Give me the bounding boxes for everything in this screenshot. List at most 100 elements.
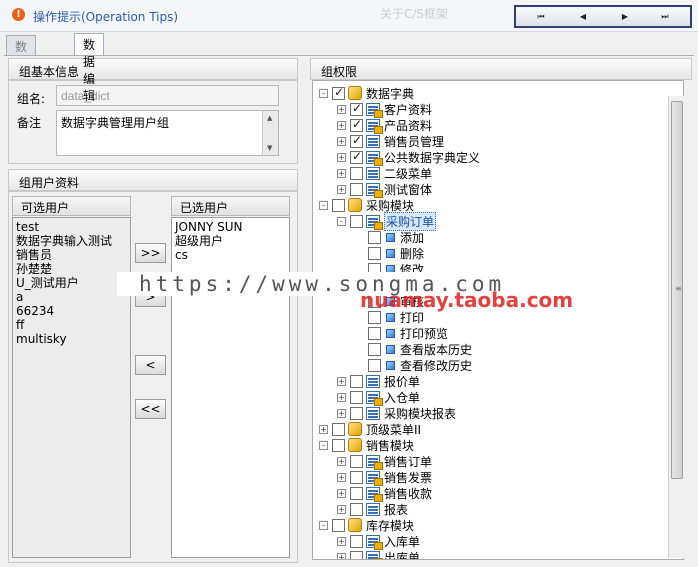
expand-icon[interactable]: + xyxy=(337,184,346,194)
tree-node[interactable]: + 销售发票 xyxy=(337,469,432,486)
node-checkbox[interactable] xyxy=(350,486,363,500)
collapse-icon[interactable]: - xyxy=(337,216,346,226)
node-checkbox[interactable] xyxy=(332,422,345,436)
tree-node[interactable]: + 测试窗体 xyxy=(337,181,432,198)
tree-node-label[interactable]: 入仓单 xyxy=(384,389,420,406)
collapse-icon[interactable]: - xyxy=(319,88,328,98)
remove-all-button[interactable]: << xyxy=(135,399,166,419)
tree-node[interactable]: 打印预览 xyxy=(355,325,448,341)
tree-node[interactable]: + 入库单 xyxy=(337,533,420,550)
tree-node[interactable]: + 出库单 xyxy=(337,549,420,560)
node-checkbox[interactable] xyxy=(350,454,363,468)
tree-node-label[interactable]: 二级菜单 xyxy=(384,165,432,182)
tree-node[interactable]: 查看版本历史 xyxy=(355,341,472,357)
tree-node[interactable]: + 二级菜单 xyxy=(337,165,432,181)
tree-node-label[interactable]: 报表 xyxy=(384,501,408,518)
list-item[interactable]: ff xyxy=(16,318,127,332)
tree-node-label[interactable]: 产品资料 xyxy=(384,117,432,134)
tree-node[interactable]: + 报价单 xyxy=(337,373,420,389)
permission-tree[interactable]: - 数据字典 + 客户资料 + 产品资料 + 销售员管理 + 公共数据字典定义 + 二级菜单 + 测试窗体… xyxy=(312,80,684,560)
tree-node-label[interactable]: 打印预览 xyxy=(400,325,448,342)
node-checkbox[interactable] xyxy=(350,534,363,548)
node-checkbox[interactable] xyxy=(368,358,381,372)
node-checkbox[interactable] xyxy=(350,550,363,559)
tree-node-label[interactable]: 销售订单 xyxy=(384,453,432,470)
expand-icon[interactable]: + xyxy=(337,488,346,498)
tree-node[interactable]: 添加 xyxy=(355,229,424,245)
expand-icon[interactable]: + xyxy=(337,152,346,162)
node-checkbox[interactable] xyxy=(332,518,345,532)
expand-icon[interactable]: + xyxy=(319,424,328,434)
node-checkbox[interactable] xyxy=(350,214,363,228)
node-checkbox[interactable] xyxy=(350,470,363,484)
tree-node-label[interactable]: 销售员管理 xyxy=(384,133,444,150)
tree-node-label[interactable]: 删除 xyxy=(400,245,424,262)
list-item[interactable]: 超级用户 xyxy=(175,234,286,248)
remove-one-button[interactable]: < xyxy=(135,355,166,375)
tree-node-label[interactable]: 出库单 xyxy=(384,549,420,560)
tree-node-label[interactable]: 采购模块报表 xyxy=(384,405,456,422)
list-item[interactable]: JONNY SUN xyxy=(175,220,286,234)
expand-icon[interactable]: + xyxy=(337,168,346,178)
tree-node-label[interactable]: 查看版本历史 xyxy=(400,341,472,358)
first-record-icon[interactable]: ⏮ xyxy=(530,10,552,24)
node-checkbox[interactable] xyxy=(350,502,363,516)
node-checkbox[interactable] xyxy=(350,374,363,388)
tree-scrollbar[interactable]: ≡ xyxy=(668,96,684,558)
expand-icon[interactable]: + xyxy=(337,104,346,114)
tree-node[interactable]: + 销售收款 xyxy=(337,485,432,502)
tree-node[interactable]: - 采购订单 xyxy=(337,211,437,231)
add-all-button[interactable]: >> xyxy=(135,243,166,263)
tree-node[interactable]: + 入仓单 xyxy=(337,389,420,406)
tree-node-label[interactable]: 报价单 xyxy=(384,373,420,390)
tree-node-label[interactable]: 销售模块 xyxy=(366,437,414,454)
expand-icon[interactable]: + xyxy=(337,136,346,146)
list-item[interactable]: test xyxy=(16,220,127,234)
tree-node-label[interactable]: 添加 xyxy=(400,229,424,246)
tree-node-label[interactable]: 顶级菜单II xyxy=(366,421,421,438)
tree-node-label[interactable]: 测试窗体 xyxy=(384,181,432,198)
tree-node-label[interactable]: 入库单 xyxy=(384,533,420,550)
node-checkbox[interactable] xyxy=(350,133,363,148)
node-checkbox[interactable] xyxy=(350,117,363,132)
list-item[interactable]: 销售员 xyxy=(16,248,127,262)
node-checkbox[interactable] xyxy=(350,101,363,116)
tree-node-label[interactable]: 查看修改历史 xyxy=(400,357,472,374)
tab-data-edit[interactable]: 数据编辑 xyxy=(74,33,105,103)
tree-node-label[interactable]: 库存模块 xyxy=(366,517,414,534)
tree-node[interactable]: - 库存模块 xyxy=(319,517,414,533)
node-checkbox[interactable] xyxy=(368,230,381,244)
scroll-down-icon[interactable]: ▼ xyxy=(267,144,272,152)
node-checkbox[interactable] xyxy=(368,246,381,260)
node-checkbox[interactable] xyxy=(368,342,381,356)
expand-icon[interactable]: + xyxy=(337,552,346,559)
tree-node[interactable]: - 销售模块 xyxy=(319,437,414,453)
node-checkbox[interactable] xyxy=(368,310,381,324)
list-item[interactable]: a xyxy=(16,290,127,304)
expand-icon[interactable]: + xyxy=(337,472,346,482)
prev-record-icon[interactable]: ◀ xyxy=(572,10,594,24)
next-record-icon[interactable]: ▶ xyxy=(614,10,636,24)
collapse-icon[interactable]: - xyxy=(319,440,328,450)
memo-scrollbar[interactable]: ▲ ▼ xyxy=(262,111,278,155)
tree-node[interactable]: - 数据字典 xyxy=(319,85,414,101)
scroll-up-icon[interactable]: ▲ xyxy=(267,114,272,122)
node-checkbox[interactable] xyxy=(332,438,345,452)
last-record-icon[interactable]: ⏭ xyxy=(654,10,676,24)
scroll-thumb[interactable]: ≡ xyxy=(671,101,683,479)
node-checkbox[interactable] xyxy=(332,198,345,212)
tab-data-query[interactable]: 数据查询 xyxy=(6,35,37,105)
selected-users-list[interactable]: JONNY SUN 超级用户 cs xyxy=(171,217,290,558)
tree-node[interactable]: + 报表 xyxy=(337,501,408,517)
tree-node[interactable]: + 客户资料 xyxy=(337,101,432,118)
tree-node[interactable]: + 产品资料 xyxy=(337,117,432,134)
tree-node-label[interactable]: 销售发票 xyxy=(384,469,432,486)
tree-node[interactable]: + 公共数据字典定义 xyxy=(337,149,480,166)
expand-icon[interactable]: + xyxy=(337,120,346,130)
node-checkbox[interactable] xyxy=(332,85,345,100)
node-checkbox[interactable] xyxy=(350,166,363,180)
operation-tips-link[interactable]: 操作提示(Operation Tips) xyxy=(33,8,178,25)
expand-icon[interactable]: + xyxy=(337,392,346,402)
expand-icon[interactable]: + xyxy=(337,536,346,546)
list-item[interactable]: multisky xyxy=(16,332,127,346)
